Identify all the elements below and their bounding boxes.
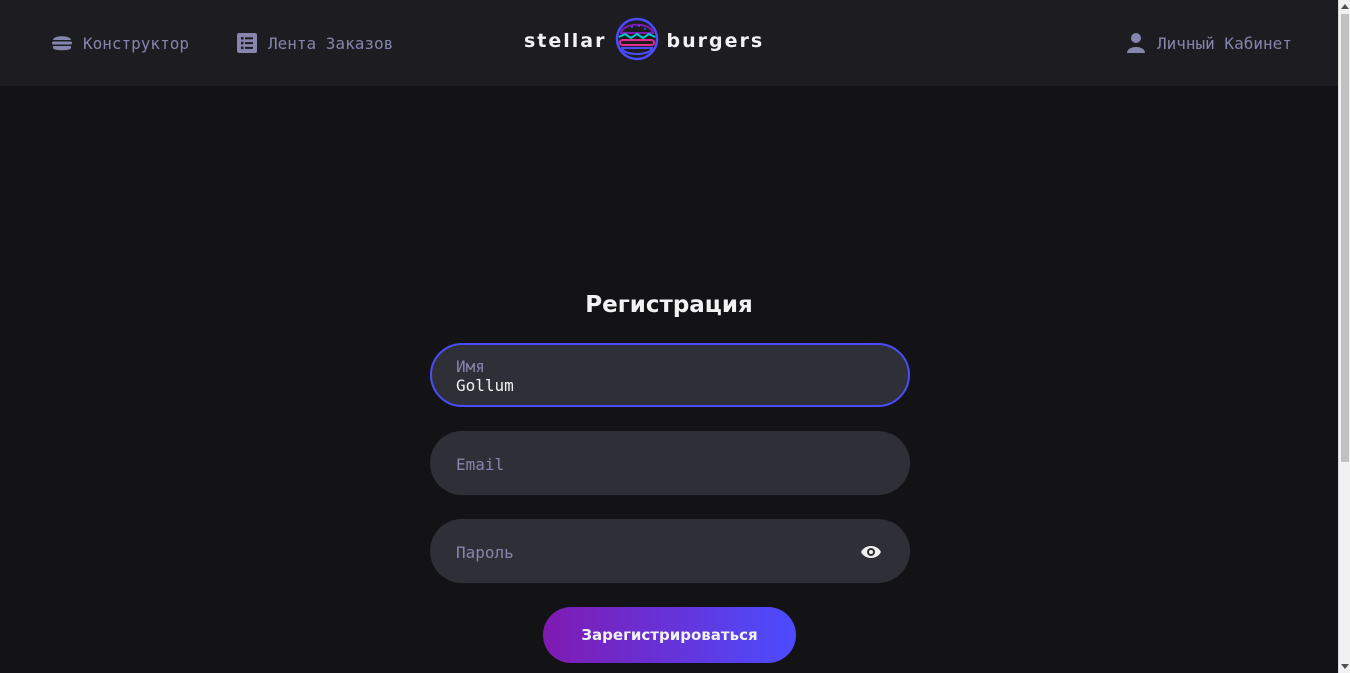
nav-constructor[interactable]: Конструктор <box>50 29 189 57</box>
logo[interactable]: stellar burgers <box>524 16 816 66</box>
eye-icon[interactable] <box>860 542 882 562</box>
scroll-down-arrow-icon[interactable] <box>1339 661 1350 673</box>
password-field[interactable]: Пароль <box>430 519 910 583</box>
password-field-placeholder: Пароль <box>456 543 514 562</box>
nav-personal-account-label: Личный Кабинет <box>1157 33 1292 53</box>
name-field-label: Имя <box>456 357 485 376</box>
vertical-scrollbar[interactable] <box>1338 0 1350 673</box>
app-header: Конструктор Лента Заказов stellar burger… <box>0 0 1338 86</box>
nav-personal-account[interactable]: Личный Кабинет <box>1124 29 1292 57</box>
nav-order-feed[interactable]: Лента Заказов <box>235 29 393 57</box>
scroll-up-arrow-icon[interactable] <box>1339 0 1350 12</box>
burger-icon <box>50 31 74 55</box>
app-viewport: Конструктор Лента Заказов stellar burger… <box>0 0 1350 673</box>
email-field-placeholder: Email <box>456 455 505 474</box>
email-field[interactable]: Email <box>430 431 910 495</box>
register-button[interactable]: Зарегистрироваться <box>543 607 796 663</box>
list-icon <box>235 31 259 55</box>
scrollbar-thumb[interactable] <box>1341 14 1349 462</box>
nav-order-feed-label: Лента Заказов <box>268 33 394 53</box>
user-icon <box>1124 31 1148 55</box>
logo-word-left: stellar <box>524 29 607 52</box>
name-field-value[interactable]: Gollum <box>456 376 514 395</box>
burger-logo-icon <box>615 16 659 66</box>
page-title: Регистрация <box>585 292 753 318</box>
nav-constructor-label: Конструктор <box>83 33 189 53</box>
logo-word-right: burgers <box>666 29 765 52</box>
name-field[interactable]: Имя Gollum <box>430 343 910 407</box>
